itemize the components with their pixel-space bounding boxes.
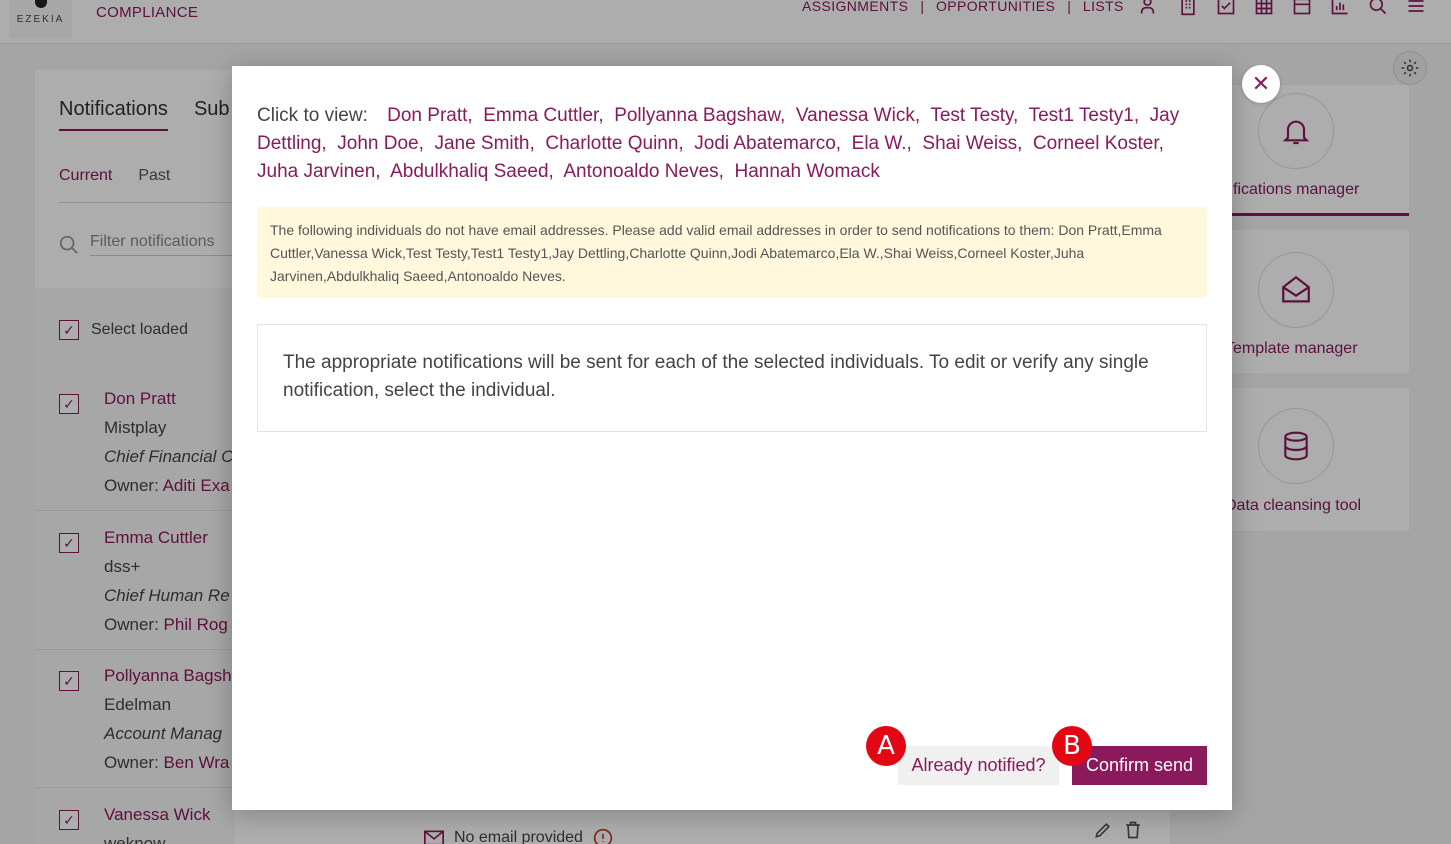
click-to-view: Click to view: Don Pratt, Emma Cuttler, … <box>257 102 1207 186</box>
close-icon[interactable]: ✕ <box>1242 65 1280 103</box>
confirm-notifications-modal: Click to view: Don Pratt, Emma Cuttler, … <box>232 66 1232 810</box>
person-link[interactable]: Jane Smith, <box>434 133 534 154</box>
person-link[interactable]: Emma Cuttler, <box>483 105 603 126</box>
person-link[interactable]: Pollyanna Bagshaw, <box>614 105 785 126</box>
person-link[interactable]: Shai Weiss, <box>922 133 1022 154</box>
person-link[interactable]: Don Pratt, <box>387 105 473 126</box>
people-links: Don Pratt, Emma Cuttler, Pollyanna Bagsh… <box>257 105 1179 182</box>
already-notified-button[interactable]: Already notified? <box>898 746 1059 785</box>
click-to-view-label: Click to view: <box>257 105 368 126</box>
info-message: The appropriate notifications will be se… <box>257 324 1207 432</box>
marker-b: B <box>1052 726 1092 766</box>
person-link[interactable]: Abdulkhaliq Saeed, <box>390 161 554 182</box>
person-link[interactable]: Corneel Koster, <box>1033 133 1164 154</box>
confirm-send-button[interactable]: Confirm send <box>1072 746 1207 785</box>
person-link[interactable]: Vanessa Wick, <box>796 105 920 126</box>
missing-email-warning: The following individuals do not have em… <box>257 207 1207 298</box>
person-link[interactable]: Jodi Abatemarco, <box>694 133 841 154</box>
person-link[interactable]: Ela W., <box>852 133 912 154</box>
person-link[interactable]: Test Testy, <box>930 105 1018 126</box>
person-link[interactable]: Hannah Womack <box>734 161 879 182</box>
person-link[interactable]: Charlotte Quinn, <box>545 133 683 154</box>
marker-a: A <box>866 726 906 766</box>
person-link[interactable]: Test1 Testy1, <box>1029 105 1140 126</box>
person-link[interactable]: John Doe, <box>337 133 424 154</box>
person-link[interactable]: Juha Jarvinen, <box>257 161 381 182</box>
person-link[interactable]: Antonoaldo Neves, <box>563 161 724 182</box>
